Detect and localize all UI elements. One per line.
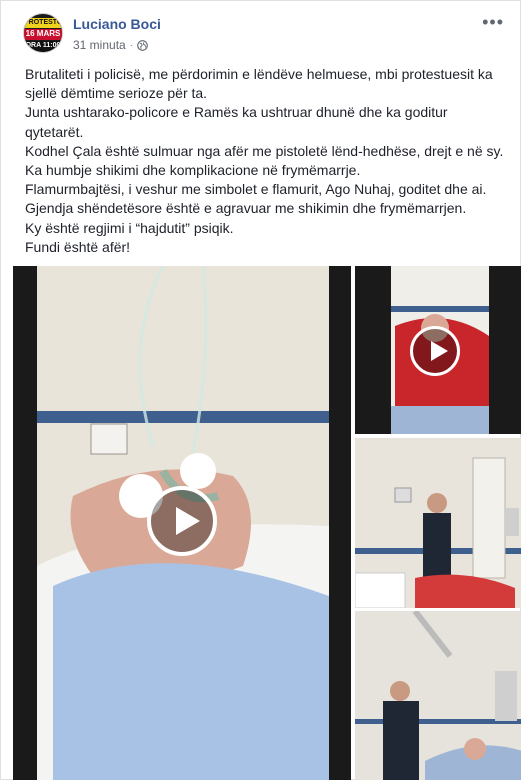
- photo-thumbnail: [355, 611, 521, 780]
- post-text-line: Gjendja shëndetësore është e agravuar me…: [25, 200, 467, 217]
- post-text-line: sjellë dëmtime serioze për ta.: [25, 85, 208, 102]
- post-text-line: Brutaliteti i policisë, me përdorimin e …: [25, 66, 493, 82]
- play-icon[interactable]: [147, 486, 217, 556]
- timestamp-link[interactable]: 31 minuta: [73, 38, 126, 52]
- post-text-line: Ky është regjimi i “hajdutit” psiqik.: [25, 219, 234, 236]
- author-name[interactable]: Luciano Boci: [73, 16, 161, 32]
- post-text-line: Flamurmbajtësi, i veshur me simbolet e f…: [25, 181, 487, 198]
- post-text-line: qytetarët.: [25, 123, 84, 140]
- post-text-line: Junta ushtarako-policore e Ramës ka usht…: [25, 104, 448, 121]
- post-text-line: Kodhel Çala është sulmuar nga afër me pi…: [25, 142, 504, 159]
- post-card: PROTESTO 16 MARS ORA 11:00 Luciano Boci …: [0, 0, 521, 780]
- photo-thumb-2[interactable]: [355, 438, 521, 608]
- post-meta: 31 minuta ·: [73, 38, 148, 52]
- video-thumb-1[interactable]: [355, 266, 521, 434]
- photo-thumbnail: [355, 438, 521, 608]
- photo-thumb-3[interactable]: [355, 611, 521, 780]
- ellipsis-icon[interactable]: •••: [482, 13, 504, 31]
- separator-dot: ·: [129, 40, 133, 50]
- post-text: Brutaliteti i policisë, me përdorimin e …: [25, 65, 515, 257]
- post-text-line: Fundi është afër!: [25, 238, 131, 255]
- avatar-text-line: 16 MARS: [25, 29, 61, 38]
- post-header: PROTESTO 16 MARS ORA 11:00 Luciano Boci …: [1, 1, 520, 63]
- avatar-text-line: PROTESTO: [24, 19, 63, 26]
- globe-icon[interactable]: [136, 39, 148, 51]
- avatar-text-line: ORA 11:00: [25, 42, 61, 49]
- post-text-line: Ka humbje shikimi dhe komplikacione në f…: [25, 162, 361, 179]
- play-icon[interactable]: [410, 326, 460, 376]
- video-main[interactable]: [13, 266, 351, 780]
- avatar[interactable]: PROTESTO 16 MARS ORA 11:00: [23, 13, 63, 53]
